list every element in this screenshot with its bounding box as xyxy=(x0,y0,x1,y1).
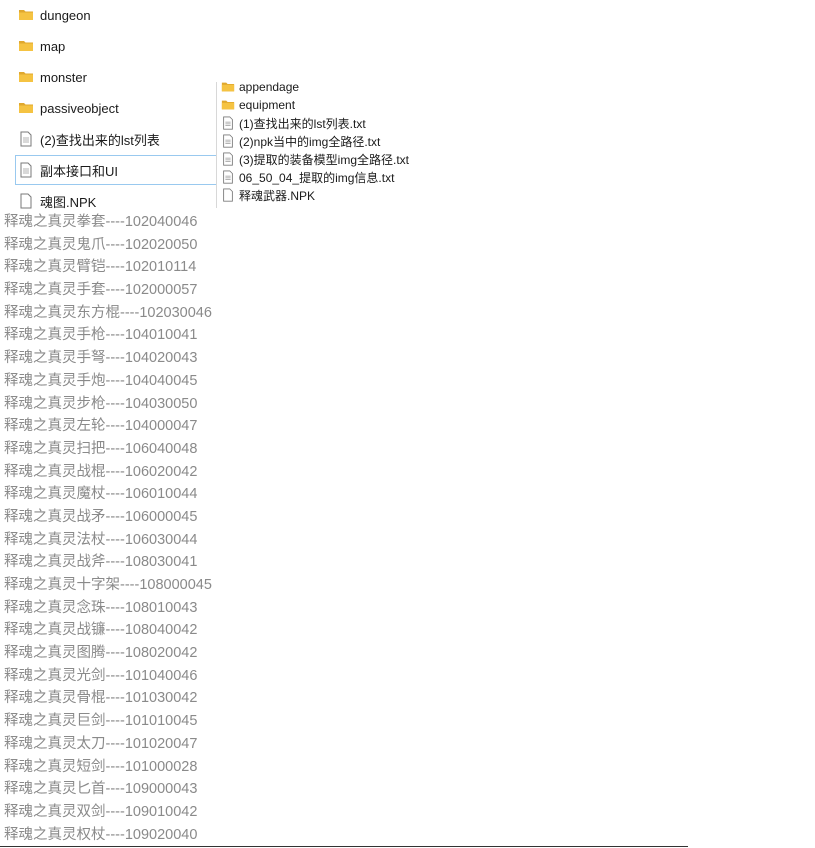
text-line: 释魂之真灵扫把----106040048 xyxy=(4,440,198,457)
file-label: (2)npk当中的img全路径.txt xyxy=(239,134,381,149)
weapon-id-list: 释魂之真灵拳套----102040046 释魂之真灵鬼爪----10202005… xyxy=(4,211,704,846)
text-line: 释魂之真灵法杖----106030044 xyxy=(4,531,198,548)
folder-icon xyxy=(18,7,34,23)
folder-item-appendage[interactable]: appendage xyxy=(221,78,299,96)
text-line: 释魂之真灵东方棍----102030046 xyxy=(4,304,212,321)
file-label: appendage xyxy=(239,80,300,94)
file-item-npk-img-txt[interactable]: (2)npk当中的img全路径.txt xyxy=(221,132,380,150)
text-line: 释魂之真灵战镰----108040042 xyxy=(4,622,198,639)
folder-item-map[interactable]: map xyxy=(16,32,216,60)
document-icon xyxy=(18,131,34,147)
text-line: 释魂之真灵骨棍----101030042 xyxy=(4,690,198,707)
text-line: 释魂之真灵手套----102000057 xyxy=(4,282,198,299)
text-line: 释魂之真灵战棍----106020042 xyxy=(4,463,198,480)
text-line: 释魂之真灵魔杖----106010044 xyxy=(4,486,198,503)
text-line: 释魂之真灵臂铠----102010114 xyxy=(4,259,197,276)
document-icon xyxy=(221,188,235,202)
text-line: 释魂之真灵战斧----108030041 xyxy=(4,554,198,571)
file-label: 释魂武器.NPK xyxy=(239,188,316,203)
file-item-lst-list[interactable]: (2)查找出来的lst列表 xyxy=(16,125,216,153)
text-line: 释魂之真灵十字架----108000045 xyxy=(4,577,212,593)
text-line: 释魂之真灵匕首----109000043 xyxy=(4,781,198,798)
folder-icon xyxy=(18,69,34,85)
document-icon xyxy=(18,162,34,178)
folder-item-dungeon[interactable]: dungeon xyxy=(16,1,216,29)
file-label: 副本接口和UI xyxy=(40,163,119,179)
file-label: equipment xyxy=(239,98,296,112)
text-line: 释魂之真灵太刀----101020047 xyxy=(4,735,198,752)
folder-icon xyxy=(18,38,34,54)
document-icon xyxy=(221,170,235,184)
folder-item-equipment[interactable]: equipment xyxy=(221,96,295,114)
document-icon xyxy=(18,193,34,209)
text-line: 释魂之真灵鬼爪----102020050 xyxy=(4,236,198,253)
text-line: 释魂之真灵手炮----104040045 xyxy=(4,372,198,389)
file-item-img-info-txt[interactable]: 06_50_04_提取的img信息.txt xyxy=(221,168,394,186)
folder-icon xyxy=(18,100,34,116)
divider-line xyxy=(0,846,688,847)
text-line: 释魂之真灵光剑----101040046 xyxy=(4,667,198,684)
document-icon xyxy=(221,116,235,130)
text-line: 释魂之真灵手弩----104020043 xyxy=(4,350,198,367)
text-line: 释魂之真灵手枪----104010041 xyxy=(4,327,198,344)
text-line: 释魂之真灵图腾----108020042 xyxy=(4,645,198,662)
file-item-lst-txt[interactable]: (1)查找出来的lst列表.txt xyxy=(221,114,366,132)
file-item-weapon-npk[interactable]: 释魂武器.NPK xyxy=(221,186,315,204)
file-label: map xyxy=(40,38,66,54)
overlay-file-list: appendage equipment (1)查找出来的lst列表.txt (2… xyxy=(216,80,447,208)
folder-icon xyxy=(221,98,235,112)
folder-icon xyxy=(221,80,235,94)
file-label: (2)查找出来的lst列表 xyxy=(40,132,160,148)
text-line: 释魂之真灵念珠----108010043 xyxy=(4,599,198,616)
file-item-dungeon-ui[interactable]: 副本接口和UI xyxy=(15,155,217,185)
file-label: monster xyxy=(40,69,87,85)
file-label: (3)提取的装备模型img全路径.txt xyxy=(239,152,410,167)
folder-item-monster[interactable]: monster xyxy=(16,63,216,91)
folder-item-passiveobject[interactable]: passiveobject xyxy=(16,94,216,122)
file-label: (1)查找出来的lst列表.txt xyxy=(239,116,366,131)
text-line: 释魂之真灵左轮----104000047 xyxy=(4,418,198,435)
text-line: 释魂之真灵步枪----104030050 xyxy=(4,395,198,412)
text-line: 释魂之真灵战矛----106000045 xyxy=(4,508,198,525)
document-icon xyxy=(221,152,235,166)
text-line: 释魂之真灵拳套----102040046 xyxy=(4,214,198,230)
text-line: 释魂之真灵巨剑----101010045 xyxy=(4,713,198,730)
file-label: 06_50_04_提取的img信息.txt xyxy=(239,170,395,185)
file-label: dungeon xyxy=(40,7,91,23)
text-line: 释魂之真灵双剑----109010042 xyxy=(4,803,198,820)
file-label: passiveobject xyxy=(40,100,119,116)
text-line: 释魂之真灵短剑----101000028 xyxy=(4,758,198,775)
file-item-equip-model-txt[interactable]: (3)提取的装备模型img全路径.txt xyxy=(221,150,409,168)
file-label: 魂图.NPK xyxy=(40,194,97,210)
document-icon xyxy=(221,134,235,148)
text-line: 释魂之真灵权杖----109020040 xyxy=(4,826,198,843)
